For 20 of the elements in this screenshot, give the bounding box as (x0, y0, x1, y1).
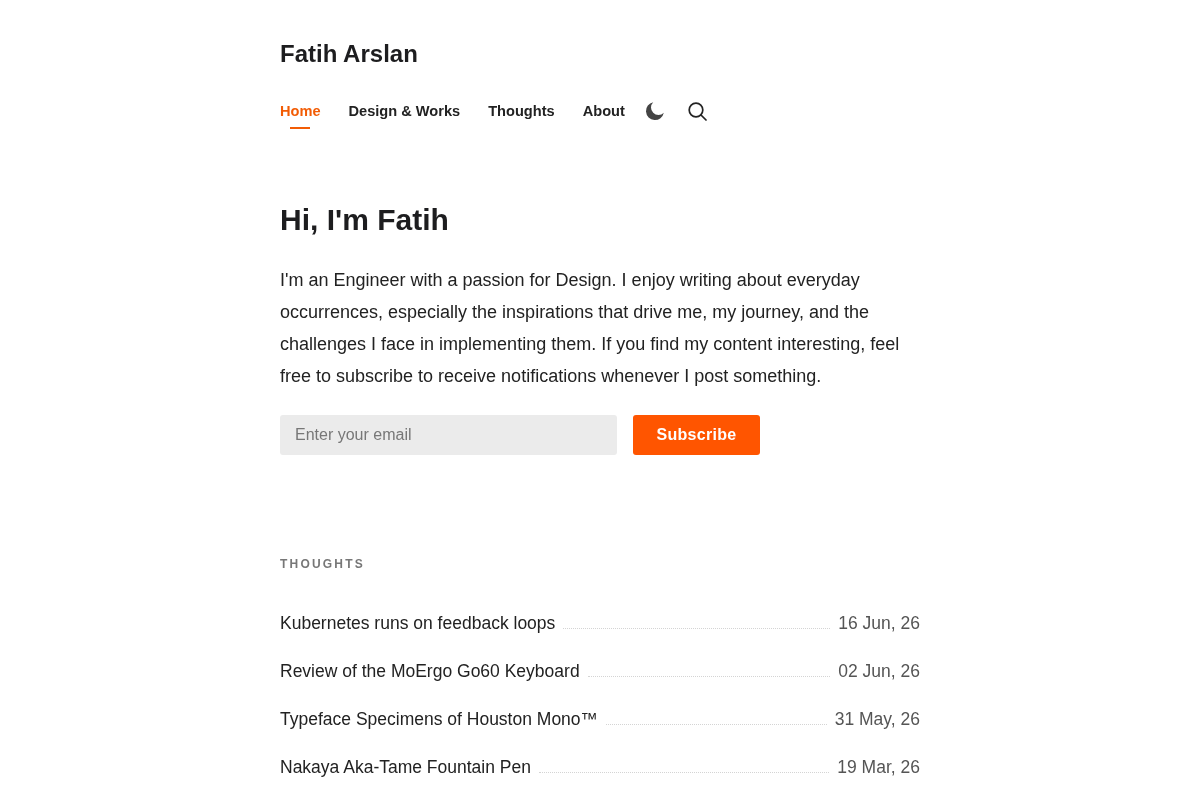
search-icon (688, 101, 708, 121)
intro-paragraph: I'm an Engineer with a passion for Design. I enjoy writing about everyday occurrences, especially the inspirations that drive me, my journey, and the challenges I face in implementing them. If you find my content interesting, feel free to subscribe to receive notifications whenever I post something. (280, 269, 901, 388)
section-heading: THOUGHTS (280, 556, 365, 572)
nav-tab[interactable]: Design & Works (348, 101, 461, 129)
post-title-link[interactable]: Kubernetes runs on feedback loops (280, 609, 556, 637)
post-date: 02 Jun, 26 (838, 660, 920, 683)
moon-icon (644, 101, 665, 121)
site-title: Fatih Arslan (280, 39, 418, 69)
post-title-link[interactable]: Review of the MoErgo Go60 Keyboard (280, 657, 580, 685)
post-date: 31 May, 26 (834, 708, 920, 731)
post-title-link[interactable]: Typeface Specimens of Houston Mono™ (280, 705, 599, 733)
nav-tab[interactable]: Thoughts (488, 101, 555, 129)
email-field[interactable]: Enter your email (280, 415, 617, 455)
nav-tab[interactable]: About (582, 101, 625, 129)
post-title-link[interactable]: Nakaya Aka-Tame Fountain Pen (280, 753, 531, 781)
intro-heading: Hi, I'm Fatih (280, 202, 449, 238)
search-button[interactable] (687, 101, 708, 121)
post-date: 19 Mar, 26 (837, 756, 920, 779)
theme-toggle-button[interactable] (644, 101, 665, 121)
post-date: 16 Jun, 26 (838, 612, 920, 635)
